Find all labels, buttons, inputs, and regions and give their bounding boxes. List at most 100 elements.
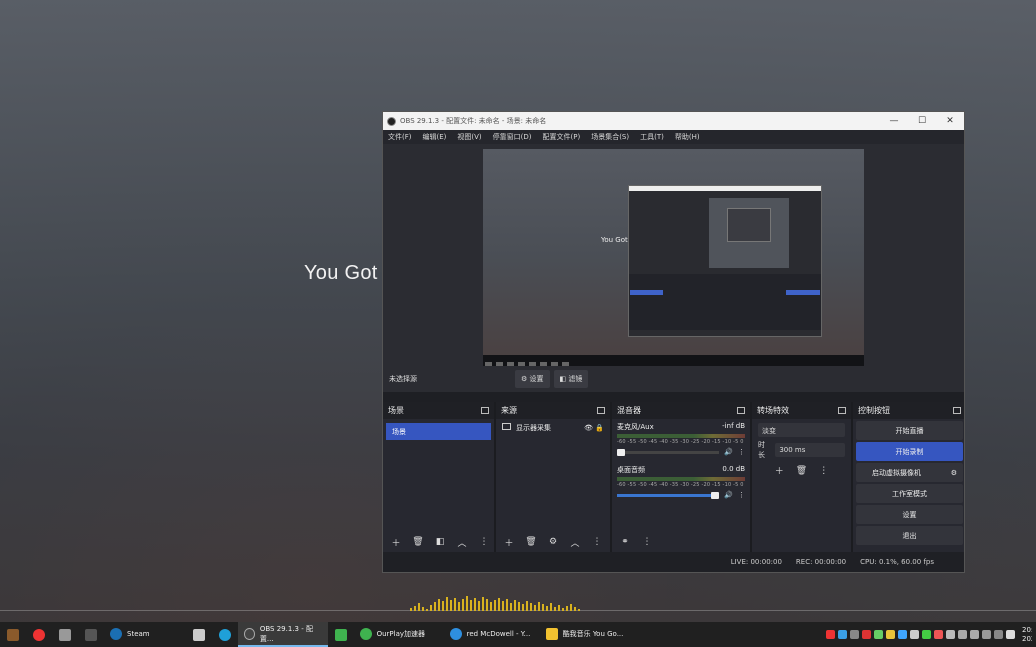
duration-input[interactable]: 300 ms [775,443,845,457]
volume-knob[interactable] [617,448,625,456]
more-menu-icon[interactable]: ⋮ [477,537,491,547]
maximize-icon[interactable]: ☐ [908,116,936,126]
start-recording-button[interactable]: 开始录制 [856,442,963,461]
qq-icon[interactable] [26,622,52,647]
add-source-icon[interactable]: ＋ [502,536,516,549]
scene-filters-icon[interactable]: ◧ [433,537,447,547]
tray-app-icon[interactable] [850,630,859,639]
channel-menu-icon[interactable]: ⋮ [738,448,745,456]
tray-app-icon[interactable] [838,630,847,639]
visualizer-bar [534,605,536,611]
network-icon[interactable] [958,630,967,639]
settings-icon[interactable] [994,630,1003,639]
undock-icon[interactable] [481,407,489,414]
add-scene-icon[interactable]: ＋ [389,536,403,549]
remove-source-icon[interactable]: 🗑 [524,537,538,547]
link-icon[interactable]: ⚭ [618,537,632,547]
menu-edit[interactable]: 编辑(E) [423,132,447,142]
edge-icon[interactable] [212,622,238,647]
menu-scene-collection[interactable]: 场景集合(S) [591,132,629,142]
speaker-icon[interactable]: 🔊 [724,448,733,456]
undock-icon[interactable] [737,407,745,414]
taskbar-app-ourplay[interactable]: OurPlay加速器 [354,622,444,647]
obs-window[interactable]: OBS 29.1.3 - 配置文件: 未命名 - 场景: 未命名 — ☐ ✕ 文… [382,111,965,573]
clock-time: 20: [1022,625,1032,634]
volume-slider[interactable] [617,491,720,499]
taskbar-app-kuwo[interactable]: 酷我音乐 You Go... [540,622,632,647]
source-settings-icon[interactable]: ⚙ [546,537,560,547]
obs-logo-icon [387,116,396,126]
game-icon[interactable] [78,622,104,647]
start-streaming-button[interactable]: 开始直播 [856,421,963,440]
properties-button[interactable]: ⚙ 设置 [515,370,550,388]
preview-lyric: You Got [601,236,628,244]
taskbar-app-obs[interactable]: OBS 29.1.3 - 配置... [237,622,328,647]
volume-icon[interactable] [970,630,979,639]
visualizer-bar [550,603,552,611]
start-virtual-camera-button[interactable]: 启动虚拟摄像机 [872,468,921,478]
menu-help[interactable]: 帮助(H) [675,132,700,142]
tray-app-icon[interactable] [898,630,907,639]
tray-app-icon[interactable] [934,630,943,639]
transition-menu-icon[interactable]: ⋮ [819,466,828,476]
menu-docks[interactable]: 停靠窗口(D) [493,132,532,142]
taskbar-app-steam[interactable]: Steam [104,622,156,647]
undock-icon[interactable] [953,407,961,414]
gear-icon[interactable]: ⚙ [951,469,957,477]
clock[interactable]: 20: 202 [1018,626,1032,644]
app-label: Steam [127,629,150,638]
volume-knob[interactable] [711,491,720,499]
microphone-icon[interactable] [946,630,955,639]
minimize-icon[interactable]: — [880,116,908,126]
filters-button[interactable]: ◧ 滤镜 [553,370,589,388]
lock-icon[interactable]: 🔒 [595,424,604,432]
exit-button[interactable]: 退出 [856,526,963,545]
channel-level: -inf dB [722,422,745,430]
notification-icon[interactable] [1006,630,1015,639]
play-store-icon[interactable] [328,622,354,647]
preview-canvas[interactable]: You Got [483,149,864,367]
minecraft-icon[interactable] [0,622,26,647]
visualizer-bar [546,606,548,611]
add-transition-icon[interactable]: ＋ [775,464,784,477]
close-icon[interactable]: ✕ [936,116,964,126]
tray-app-icon[interactable] [826,630,835,639]
menu-tools[interactable]: 工具(T) [640,132,664,142]
tray-app-icon[interactable] [874,630,883,639]
move-up-icon[interactable]: ︿ [455,536,469,549]
title-bar[interactable]: OBS 29.1.3 - 配置文件: 未命名 - 场景: 未命名 — ☐ ✕ [383,112,964,130]
visualizer-bar [494,600,496,611]
visibility-eye-icon[interactable]: 👁 [584,424,593,432]
speaker-icon[interactable]: 🔊 [724,491,733,499]
volume-fill [617,493,720,497]
volume-slider[interactable] [617,448,720,456]
settings-button[interactable]: 设置 [856,505,963,524]
menu-file[interactable]: 文件(F) [388,132,412,142]
roblox-icon[interactable] [186,622,212,647]
tray-app-icon[interactable] [862,630,871,639]
undock-icon[interactable] [838,407,846,414]
tray-app-icon[interactable] [886,630,895,639]
source-item[interactable]: 显示器采集 👁 🔒 [496,419,610,437]
scene-item[interactable]: 场景 [386,423,491,440]
tray-app-icon[interactable] [922,630,931,639]
desktop-lyric: You Got [304,262,378,284]
status-bar: LIVE: 00:00:00 REC: 00:00:00 CPU: 0.1%, … [383,552,964,572]
menu-view[interactable]: 视图(V) [457,132,481,142]
taskbar-app-kugou[interactable]: red McDowell - Y... [444,622,540,647]
undock-icon[interactable] [597,407,605,414]
remove-scene-icon[interactable]: 🗑 [411,537,425,547]
channel-menu-icon[interactable]: ⋮ [738,491,745,499]
menu-profile[interactable]: 配置文件(P) [543,132,581,142]
studio-mode-button[interactable]: 工作室模式 [856,484,963,503]
more-menu-icon[interactable]: ⋮ [590,537,604,547]
remove-transition-icon[interactable]: 🗑 [796,466,807,476]
visualizer-bar [530,603,532,611]
keyboard-icon[interactable] [982,630,991,639]
shield-icon[interactable] [52,622,78,647]
transition-select[interactable]: 淡变 [758,423,845,437]
move-up-icon[interactable]: ︿ [568,536,582,549]
tray-app-icon[interactable] [910,630,919,639]
more-menu-icon[interactable]: ⋮ [640,537,654,547]
app-label: OurPlay加速器 [376,629,426,638]
